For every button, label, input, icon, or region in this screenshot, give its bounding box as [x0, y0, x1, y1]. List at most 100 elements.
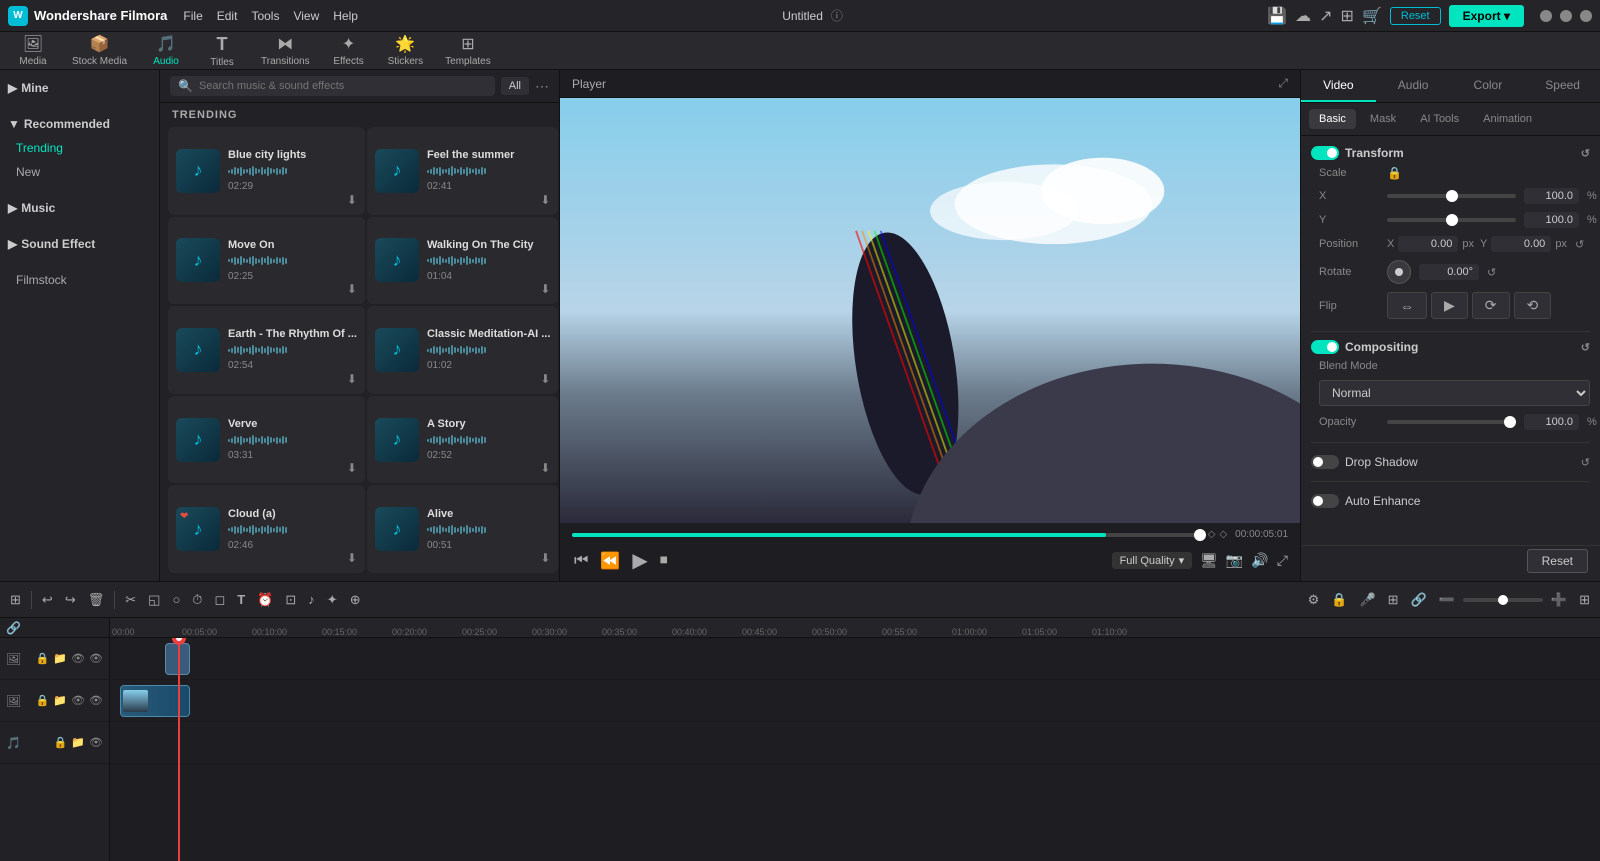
track-lock-3[interactable]: 🔒 [54, 736, 68, 749]
tl-sticker-button[interactable]: ⊡ [281, 589, 300, 611]
position-y-input[interactable] [1491, 236, 1551, 252]
tl-plus-button[interactable]: ➕ [1547, 589, 1571, 611]
scale-x-slider[interactable] [1387, 194, 1516, 198]
maximize-button[interactable] [1560, 10, 1572, 22]
subtab-ai-tools[interactable]: AI Tools [1410, 109, 1469, 129]
subtab-animation[interactable]: Animation [1473, 109, 1542, 129]
reset-button[interactable]: Reset [1527, 549, 1588, 573]
tl-undo-button[interactable]: ↩ [38, 589, 57, 611]
play-button[interactable]: ▶ [630, 546, 649, 575]
download-icon-1[interactable]: ⬇ [347, 193, 357, 207]
sidebar-item-trending[interactable]: Trending [0, 136, 159, 160]
menu-edit[interactable]: Edit [217, 9, 238, 23]
track-eye-3[interactable]: 👁 [89, 736, 103, 749]
download-icon-10[interactable]: ⬇ [540, 551, 550, 565]
menu-view[interactable]: View [293, 9, 319, 23]
track-eye-1[interactable]: 👁 [71, 652, 85, 665]
close-button[interactable] [1580, 10, 1592, 22]
sidebar-group-recommended[interactable]: ▼ Recommended [0, 112, 159, 136]
subtab-basic[interactable]: Basic [1309, 109, 1356, 129]
music-item-5[interactable]: ♪ Earth - The Rhythm Of ... 02:54 ⬇ [168, 306, 365, 394]
volume-icon[interactable]: 🔊 [1251, 552, 1268, 569]
save-icon[interactable]: 💾 [1267, 6, 1287, 26]
transform-toggle[interactable] [1311, 146, 1339, 160]
scale-x-value[interactable] [1524, 188, 1579, 204]
tl-mute-button[interactable]: 🎤 [1355, 589, 1379, 611]
cart-icon[interactable]: 🛒 [1362, 6, 1382, 26]
fullscreen-icon[interactable]: ⤢ [1277, 552, 1288, 569]
music-item-8[interactable]: ♪ A Story 02:52 ⬇ [367, 396, 558, 484]
scale-y-slider[interactable] [1387, 218, 1516, 222]
music-item-3[interactable]: ♪ Move On 02:25 ⬇ [168, 217, 365, 305]
tl-more-button[interactable]: ⊕ [346, 589, 365, 611]
rotate-input[interactable] [1419, 264, 1479, 280]
export-button[interactable]: Export ▾ [1449, 5, 1524, 27]
drop-shadow-toggle[interactable] [1311, 455, 1339, 469]
tl-redo-button[interactable]: ↪ [61, 589, 80, 611]
grid-icon[interactable]: ⊞ [1341, 6, 1354, 26]
login-button[interactable]: Reset [1390, 7, 1441, 25]
track-visible-1[interactable]: 👁 [89, 652, 103, 665]
flip-horizontal-button[interactable]: ⇔ [1387, 292, 1427, 319]
toolbar-audio[interactable]: 🎵 Audio [141, 32, 191, 69]
tab-speed[interactable]: Speed [1525, 70, 1600, 102]
playhead[interactable] [178, 638, 180, 861]
position-reset[interactable]: ↺ [1575, 238, 1584, 251]
screen-icon[interactable]: 🖥 [1200, 552, 1218, 569]
track-lock-1[interactable]: 🔒 [36, 652, 50, 665]
tl-freeze-button[interactable]: ◻ [210, 589, 229, 611]
search-input[interactable] [199, 80, 487, 92]
tl-text-button[interactable]: T [233, 589, 249, 610]
cloud-icon[interactable]: ☁ [1295, 6, 1311, 26]
compositing-reset-icon[interactable]: ↺ [1581, 341, 1590, 354]
download-icon-3[interactable]: ⬇ [347, 282, 357, 296]
tl-delete-button[interactable]: 🗑 [84, 589, 109, 611]
track-folder-2[interactable]: 📁 [53, 694, 67, 707]
expand-icon[interactable]: ⤢ [1278, 76, 1288, 91]
music-item-6[interactable]: ♪ Classic Meditation-AI ... 01:02 ⬇ [367, 306, 558, 394]
flip-rotate-cw-button[interactable]: ⟳ [1472, 292, 1510, 319]
download-icon-2[interactable]: ⬇ [540, 193, 550, 207]
lock-icon[interactable]: 🔒 [1387, 166, 1402, 180]
opacity-value[interactable] [1524, 414, 1579, 430]
tl-settings-button[interactable]: ⚙ [1304, 589, 1324, 611]
tl-lock-button[interactable]: 🔒 [1327, 589, 1351, 611]
tl-timer-button[interactable]: ⏰ [253, 589, 277, 611]
sidebar-group-music[interactable]: ▶ Music [0, 196, 159, 220]
toolbar-stock-media[interactable]: 📦 Stock Media [64, 32, 135, 69]
tl-minus-button[interactable]: ➖ [1435, 589, 1459, 611]
menu-tools[interactable]: Tools [251, 9, 279, 23]
toolbar-stickers[interactable]: 🌟 Stickers [380, 32, 432, 69]
sidebar-group-sound-effect[interactable]: ▶ Sound Effect [0, 232, 159, 256]
blend-mode-select[interactable]: Normal Dissolve Multiply Screen Overlay [1319, 380, 1590, 406]
tl-rotation-button[interactable]: ○ [168, 589, 184, 610]
zoom-slider[interactable] [1463, 598, 1543, 602]
tl-speed-button[interactable]: ⏱ [188, 589, 206, 611]
position-x-input[interactable] [1398, 236, 1458, 252]
track-eye-2[interactable]: 👁 [71, 694, 85, 707]
music-item-2[interactable]: ♪ Feel the summer 02:41 ⬇ [367, 127, 558, 215]
time-marker-start[interactable]: ◇ [1208, 529, 1216, 540]
music-item-10[interactable]: ♪ Alive 00:51 ⬇ [367, 485, 558, 573]
music-item-1[interactable]: ♪ Blue city lights 02:29 ⬇ [168, 127, 365, 215]
auto-enhance-toggle[interactable] [1311, 494, 1339, 508]
share-icon[interactable]: ↗ [1319, 6, 1332, 26]
opacity-slider[interactable] [1387, 420, 1516, 424]
download-icon-6[interactable]: ⬇ [540, 372, 550, 386]
flip-vertical-button[interactable]: ▶ [1431, 292, 1468, 319]
tab-video[interactable]: Video [1301, 70, 1376, 102]
music-item-7[interactable]: ♪ Verve 03:31 ⬇ [168, 396, 365, 484]
rotate-dial[interactable] [1387, 260, 1411, 284]
menu-help[interactable]: Help [333, 9, 358, 23]
sidebar-group-mine[interactable]: ▶ Mine [0, 76, 159, 100]
tl-grid-button[interactable]: ⊞ [6, 589, 25, 611]
quality-button[interactable]: Full Quality ▾ [1112, 552, 1193, 569]
link-icon[interactable]: 🔗 [6, 621, 21, 635]
download-icon-9[interactable]: ⬇ [347, 551, 357, 565]
sidebar-item-new[interactable]: New [0, 160, 159, 184]
track-lock-2[interactable]: 🔒 [36, 694, 50, 707]
music-item-9[interactable]: ❤ ♪ Cloud (a) 02:46 ⬇ [168, 485, 365, 573]
tl-audio-button[interactable]: ♪ [304, 589, 319, 610]
tl-grid-view-button[interactable]: ⊞ [1575, 589, 1594, 611]
sidebar-item-filmstock[interactable]: Filmstock [0, 268, 159, 292]
